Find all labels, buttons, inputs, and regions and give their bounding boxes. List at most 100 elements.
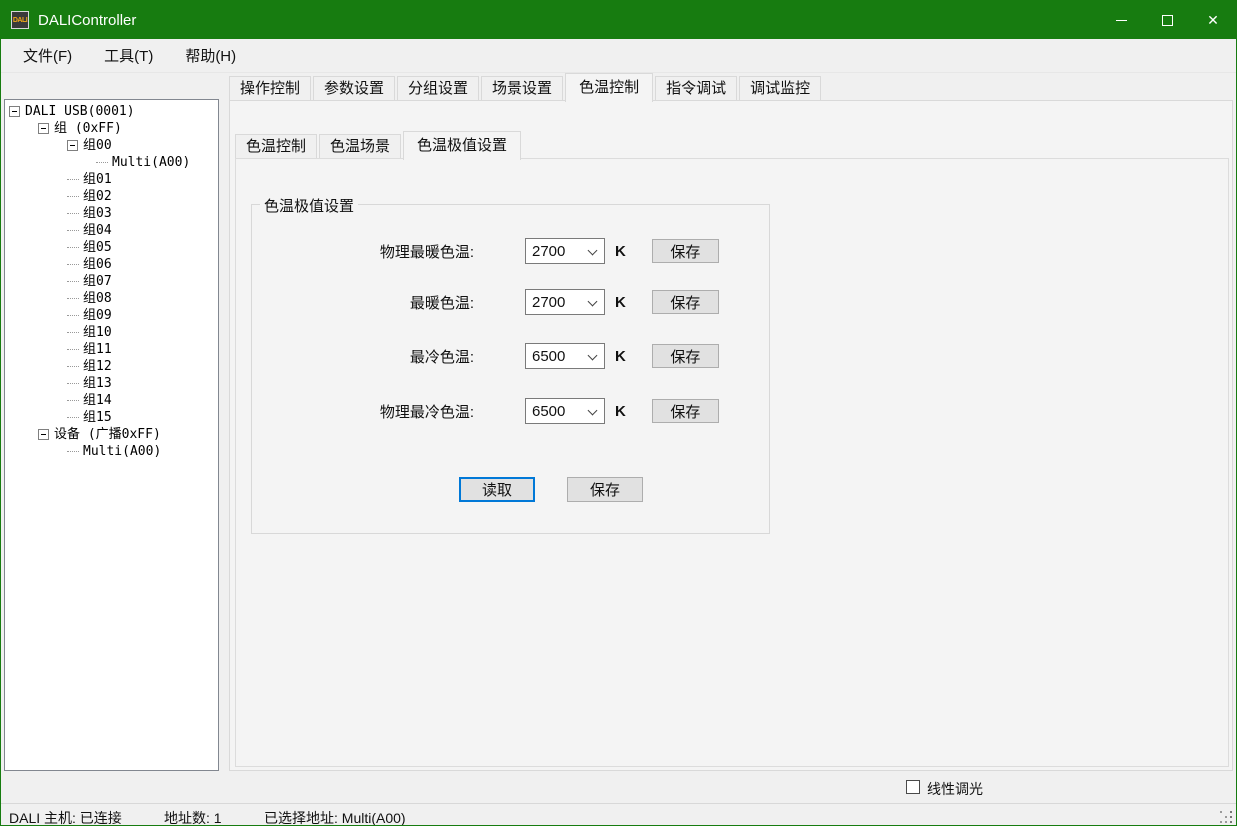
cct-combobox[interactable]: 2700 (525, 289, 605, 315)
tree-connector (67, 179, 79, 180)
tree-item[interactable]: Multi(A00) (5, 154, 218, 171)
tree-item[interactable]: 组05 (5, 239, 218, 256)
maximize-button[interactable] (1144, 1, 1190, 39)
save-button[interactable]: 保存 (652, 239, 719, 263)
tree-item[interactable]: 组12 (5, 358, 218, 375)
tree-item-label: 设备 (广播0xFF) (54, 426, 161, 443)
tree-connector (67, 383, 79, 384)
menu-item[interactable]: 文件(F) (7, 39, 88, 72)
app-icon-text: DALI (13, 17, 27, 24)
tree-connector (67, 451, 79, 452)
status-host: DALI 主机: 已连接 (9, 808, 122, 826)
tree-item-label: 组06 (83, 256, 112, 273)
tree-item[interactable]: 组01 (5, 171, 218, 188)
cct-control-page: 色温控制色温场景色温极值设置 色温极值设置 物理最暖色温: 2700 K 保 (229, 100, 1233, 771)
sub-tab[interactable]: 色温场景 (319, 134, 401, 159)
save-button[interactable]: 保存 (652, 290, 719, 314)
unit-label: K (615, 348, 626, 365)
tree-connector (67, 264, 79, 265)
tree-item[interactable]: 组 (0xFF) (5, 120, 218, 137)
main-tab[interactable]: 调试监控 (739, 76, 821, 101)
cct-combobox[interactable]: 6500 (525, 398, 605, 424)
main-tabstrip: 操作控制参数设置分组设置场景设置色温控制指令调试调试监控 (229, 72, 823, 101)
unit-label: K (615, 403, 626, 420)
collapse-icon[interactable] (38, 123, 49, 134)
tree-item-label: Multi(A00) (112, 154, 190, 171)
tree-item[interactable]: 组15 (5, 409, 218, 426)
save-button[interactable]: 保存 (652, 399, 719, 423)
status-address-count: 地址数: 1 (164, 808, 222, 826)
tree-item-label: 组04 (83, 222, 112, 239)
tree-item[interactable]: 组04 (5, 222, 218, 239)
statusbar: DALI 主机: 已连接 地址数: 1 已选择地址: Multi(A00) (1, 803, 1236, 826)
tree-item[interactable]: 组00 (5, 137, 218, 154)
main-tab[interactable]: 参数设置 (313, 76, 395, 101)
tree-connector (67, 196, 79, 197)
chevron-down-icon (588, 246, 598, 256)
cct-field-row: 物理最冷色温: 6500 K 保存 (252, 398, 769, 424)
sub-tab[interactable]: 色温控制 (235, 134, 317, 159)
tree-item-label: 组10 (83, 324, 112, 341)
main-tab[interactable]: 分组设置 (397, 76, 479, 101)
cct-extremes-groupbox: 色温极值设置 物理最暖色温: 2700 K 保存 最暖色温: (251, 204, 770, 534)
close-button[interactable]: ✕ (1190, 1, 1236, 39)
linear-dimming-checkbox[interactable] (906, 780, 920, 794)
tree-item[interactable]: 组03 (5, 205, 218, 222)
collapse-icon[interactable] (9, 106, 20, 117)
sub-tab[interactable]: 色温极值设置 (403, 131, 521, 160)
tree-connector (67, 298, 79, 299)
read-button[interactable]: 读取 (459, 477, 535, 502)
minimize-button[interactable] (1098, 1, 1144, 39)
field-label: 最冷色温: (252, 346, 474, 367)
cct-combobox[interactable]: 6500 (525, 343, 605, 369)
tree-connector (67, 349, 79, 350)
tree-item[interactable]: 组06 (5, 256, 218, 273)
tree-item[interactable]: 组13 (5, 375, 218, 392)
tree-item[interactable]: 组02 (5, 188, 218, 205)
tree-item[interactable]: 设备 (广播0xFF) (5, 426, 218, 443)
combobox-value: 2700 (532, 243, 565, 260)
tree-item-label: 组07 (83, 273, 112, 290)
tree-item[interactable]: 组14 (5, 392, 218, 409)
status-selected-address: 已选择地址: Multi(A00) (264, 808, 406, 826)
tree-connector (67, 332, 79, 333)
unit-label: K (615, 243, 626, 260)
menu-item[interactable]: 工具(T) (88, 39, 169, 72)
tree-item[interactable]: 组11 (5, 341, 218, 358)
save-button[interactable]: 保存 (652, 344, 719, 368)
tree-item[interactable]: 组09 (5, 307, 218, 324)
tree-item-label: 组15 (83, 409, 112, 426)
linear-dimming-label: 线性调光 (927, 779, 983, 799)
main-tab[interactable]: 场景设置 (481, 76, 563, 101)
window-title: DALIController (38, 12, 136, 29)
main-tab[interactable]: 色温控制 (565, 73, 653, 102)
collapse-icon[interactable] (38, 429, 49, 440)
resize-grip-icon[interactable] (1220, 811, 1232, 823)
tree-item-label: 组09 (83, 307, 112, 324)
tree-item[interactable]: 组10 (5, 324, 218, 341)
menubar: 文件(F)工具(T)帮助(H) (1, 39, 1236, 73)
tree-item-label: 组08 (83, 290, 112, 307)
field-label: 物理最暖色温: (252, 241, 474, 262)
cct-combobox[interactable]: 2700 (525, 238, 605, 264)
app-window: DALI DALIController ✕ 文件(F)工具(T)帮助(H) DA… (0, 0, 1237, 826)
titlebar: DALI DALIController ✕ (1, 1, 1236, 39)
chevron-down-icon (588, 351, 598, 361)
tree-connector (67, 213, 79, 214)
tree-item[interactable]: DALI USB(0001) (5, 103, 218, 120)
tree-item[interactable]: 组07 (5, 273, 218, 290)
tree-item[interactable]: Multi(A00) (5, 443, 218, 460)
tree-connector (67, 400, 79, 401)
device-tree: DALI USB(0001) 组 (0xFF) 组00 Multi(A00) 组… (4, 99, 219, 771)
footer-strip: 线性调光 (1, 771, 1236, 803)
tree-item[interactable]: 组08 (5, 290, 218, 307)
menu-item[interactable]: 帮助(H) (169, 39, 252, 72)
collapse-icon[interactable] (67, 140, 78, 151)
field-label: 最暖色温: (252, 292, 474, 313)
save-all-button[interactable]: 保存 (567, 477, 643, 502)
tree-item-label: Multi(A00) (83, 443, 161, 460)
combobox-value: 2700 (532, 294, 565, 311)
main-tab[interactable]: 操作控制 (229, 76, 311, 101)
main-tab[interactable]: 指令调试 (655, 76, 737, 101)
cct-field-row: 最冷色温: 6500 K 保存 (252, 343, 769, 369)
